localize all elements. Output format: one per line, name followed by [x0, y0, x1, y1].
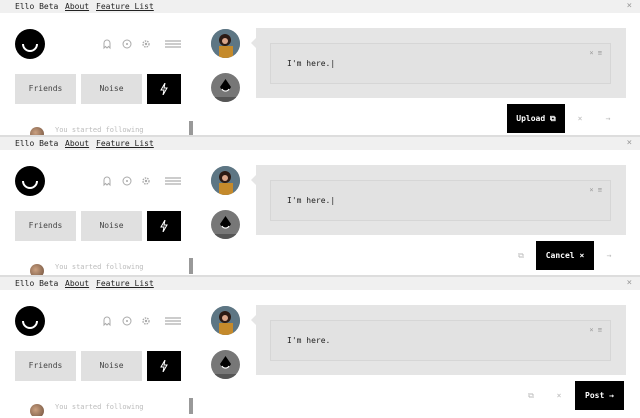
post-editor: I'm here. × ≡	[251, 305, 626, 375]
ello-logo[interactable]	[15, 306, 45, 336]
editor-input[interactable]: I'm here.	[270, 320, 611, 361]
gear-icon[interactable]	[140, 315, 152, 327]
user-avatar[interactable]	[211, 166, 240, 195]
editor-notch	[251, 38, 256, 48]
bolt-icon	[160, 82, 168, 95]
copy-icon[interactable]: ⧉	[514, 241, 528, 270]
brand-label: Ello Beta	[15, 2, 59, 11]
feed-text: You started following	[55, 263, 144, 271]
ghost-icon[interactable]	[101, 175, 113, 187]
clock-icon[interactable]	[121, 175, 133, 187]
about-link[interactable]: About	[65, 137, 89, 150]
friends-button[interactable]: Friends	[15, 351, 76, 381]
copy-icon: ⧉	[550, 114, 556, 123]
feed-item: You started following	[0, 258, 200, 276]
menu-icon[interactable]	[165, 315, 181, 327]
friends-button[interactable]: Friends	[15, 211, 76, 241]
close-icon: ×	[579, 251, 585, 260]
editor-input[interactable]: I'm here.|	[270, 43, 611, 84]
copy-icon[interactable]: ⧉	[524, 381, 538, 410]
noise-button[interactable]: Noise	[81, 211, 142, 241]
post-editor: I'm here.| × ≡	[251, 28, 626, 98]
editor-text: I'm here.|	[287, 196, 336, 205]
ello-avatar[interactable]	[211, 210, 240, 239]
feature-list-link[interactable]: Feature List	[96, 0, 154, 13]
noise-button[interactable]: Noise	[81, 351, 142, 381]
editor-notch	[251, 315, 256, 325]
arrow-right-icon[interactable]: →	[600, 104, 616, 133]
user-avatar[interactable]	[211, 29, 240, 58]
top-bar: Ello Beta About Feature List ×	[0, 277, 640, 290]
arrow-right-icon: →	[609, 391, 614, 400]
close-icon[interactable]: ×	[627, 277, 632, 290]
gear-icon[interactable]	[140, 175, 152, 187]
close-icon[interactable]: ×	[552, 381, 566, 410]
noise-button[interactable]: Noise	[81, 74, 142, 104]
menu-icon[interactable]	[165, 38, 181, 50]
top-bar: Ello Beta About Feature List ×	[0, 0, 640, 13]
ghost-icon[interactable]	[101, 315, 113, 327]
bolt-icon	[160, 359, 168, 372]
editor-controls[interactable]: × ≡	[589, 49, 602, 57]
feed-item: You started following	[0, 398, 200, 416]
bolt-icon	[160, 219, 168, 232]
editor-input[interactable]: I'm here.|	[270, 180, 611, 221]
close-icon[interactable]: ×	[627, 0, 632, 13]
menu-icon[interactable]	[165, 175, 181, 187]
friends-button[interactable]: Friends	[15, 74, 76, 104]
panel-post: Ello Beta About Feature List × Friends N…	[0, 277, 640, 416]
gear-icon[interactable]	[140, 38, 152, 50]
editor-text: I'm here.	[287, 336, 331, 345]
editor-text: I'm here.|	[287, 59, 336, 68]
scrollbar[interactable]	[189, 398, 193, 414]
editor-notch	[251, 175, 256, 185]
upload-button[interactable]: Upload ⧉	[507, 104, 565, 133]
ghost-icon[interactable]	[101, 38, 113, 50]
editor-controls[interactable]: × ≡	[589, 186, 602, 194]
ello-logo[interactable]	[15, 29, 45, 59]
about-link[interactable]: About	[65, 277, 89, 290]
brand-label: Ello Beta	[15, 279, 59, 288]
clock-icon[interactable]	[121, 315, 133, 327]
arrow-right-icon[interactable]: →	[601, 241, 617, 270]
brand-label: Ello Beta	[15, 139, 59, 148]
close-icon[interactable]: ×	[573, 104, 587, 133]
scrollbar[interactable]	[189, 258, 193, 274]
feed-text: You started following	[55, 403, 144, 411]
editor-controls[interactable]: × ≡	[589, 326, 602, 334]
cancel-button[interactable]: Cancel ×	[536, 241, 594, 270]
user-avatar[interactable]	[211, 306, 240, 335]
ello-avatar[interactable]	[211, 73, 240, 102]
close-icon[interactable]: ×	[627, 137, 632, 150]
post-editor: I'm here.| × ≡	[251, 165, 626, 235]
clock-icon[interactable]	[121, 38, 133, 50]
panel-cancel: Ello Beta About Feature List × Friends N…	[0, 137, 640, 276]
bolt-button[interactable]	[147, 74, 181, 104]
bolt-button[interactable]	[147, 351, 181, 381]
feed-text: You started following	[55, 126, 144, 134]
ello-avatar[interactable]	[211, 350, 240, 379]
ello-logo[interactable]	[15, 166, 45, 196]
feature-list-link[interactable]: Feature List	[96, 277, 154, 290]
post-button[interactable]: Post →	[575, 381, 624, 410]
about-link[interactable]: About	[65, 0, 89, 13]
bolt-button[interactable]	[147, 211, 181, 241]
top-bar: Ello Beta About Feature List ×	[0, 137, 640, 150]
feed-avatar	[30, 404, 44, 416]
feature-list-link[interactable]: Feature List	[96, 137, 154, 150]
panel-upload: Ello Beta About Feature List × Friends N…	[0, 0, 640, 139]
